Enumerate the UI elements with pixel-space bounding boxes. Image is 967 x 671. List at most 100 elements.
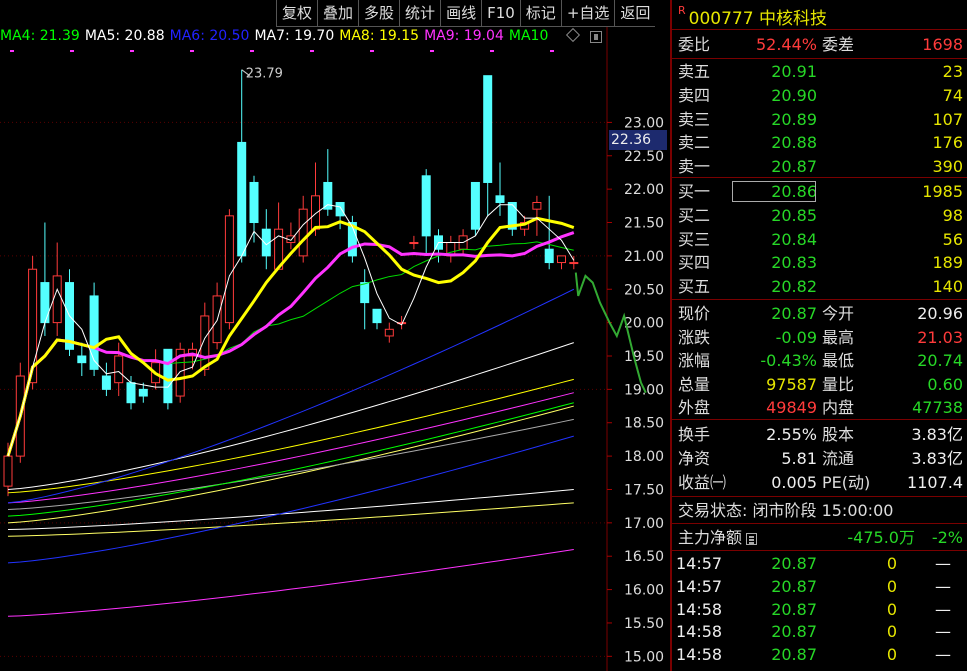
tick-row[interactable]: 14:58 20.87 0 —	[672, 643, 967, 666]
toolbar-button[interactable]: 返回	[614, 0, 656, 27]
ma-legend-item: MA7: 19.70	[254, 28, 335, 44]
candle-body[interactable]	[138, 388, 148, 397]
legend-tick	[190, 50, 194, 52]
divider	[672, 419, 967, 420]
book-row[interactable]: 买二 20.85 98	[672, 204, 967, 227]
candle-body[interactable]	[237, 141, 247, 257]
stat-value: 20.74	[917, 351, 963, 370]
trade-status: 交易状态: 闭市阶段 15:00:00	[678, 501, 894, 520]
candle-body[interactable]	[495, 195, 505, 203]
candle-body[interactable]	[335, 201, 345, 217]
candle-body[interactable]	[40, 282, 50, 324]
toolbar-button[interactable]: 标记	[519, 0, 561, 27]
tick-flag: —	[935, 576, 951, 596]
toolbar-button[interactable]: F10	[481, 0, 520, 27]
candle-body[interactable]	[224, 215, 234, 324]
toolbar-button[interactable]: 叠加	[317, 0, 359, 27]
toolbar-button[interactable]: 统计	[399, 0, 441, 27]
book-label: 买四	[678, 253, 711, 273]
book-label: 卖三	[678, 109, 711, 129]
candle-body[interactable]	[557, 255, 566, 264]
candle-body[interactable]	[89, 295, 99, 370]
legend-tick	[430, 50, 434, 52]
y-tick-label: 17.50	[624, 482, 664, 498]
tick-row[interactable]: 14:57 20.87 0 —	[672, 575, 967, 598]
y-tick-label: 22.50	[624, 149, 664, 165]
toolbar-button[interactable]: +自选	[560, 0, 615, 27]
book-label: 卖二	[678, 133, 711, 153]
candle-body[interactable]	[532, 201, 542, 210]
toolbar-button[interactable]: 复权	[276, 0, 318, 27]
candle-body[interactable]	[421, 175, 431, 237]
book-row[interactable]: 卖一 20.87 390	[672, 155, 967, 178]
kline-chart[interactable]: 23.00 22.50 22.00 21.50 21.00 20.50 20.00 19.50…	[0, 0, 670, 671]
stat-value: 5.81	[781, 449, 817, 468]
legend-tick	[490, 50, 494, 52]
ma-toggle-icon[interactable]	[590, 31, 602, 43]
stat-value: 3.83亿	[911, 449, 963, 468]
stat-value: 49849	[766, 398, 817, 417]
tick-row[interactable]: 14:57 20.87 0 —	[672, 552, 967, 575]
candle-body[interactable]	[311, 195, 320, 230]
candle-body[interactable]	[470, 181, 480, 230]
candle-body[interactable]	[569, 262, 579, 265]
ma-trend-line	[7, 405, 574, 524]
tick-time: 14:58	[676, 645, 723, 665]
tick-row[interactable]: 14:58 20.87 0 —	[672, 598, 967, 621]
tick-time: 14:57	[676, 554, 723, 573]
divider	[672, 177, 967, 178]
stat-label: 流通	[822, 449, 855, 468]
candle-body[interactable]	[3, 455, 13, 487]
tick-price: 20.87	[771, 576, 817, 596]
stat-label: 总量	[678, 374, 711, 394]
book-row[interactable]: 买一 20.86 1985	[672, 180, 967, 203]
book-row[interactable]: 买三 20.84 56	[672, 228, 967, 251]
book-label: 买一	[678, 182, 711, 201]
book-price: 20.88	[771, 133, 817, 153]
ma-trend-line	[7, 392, 574, 504]
candle-body[interactable]	[114, 355, 124, 384]
stat-value: 3.83亿	[911, 425, 963, 444]
weibi-row: 委比 52.44% 委差 1698	[672, 33, 967, 56]
candle-body[interactable]	[249, 181, 259, 224]
candle-body[interactable]	[544, 248, 554, 264]
candle-body[interactable]	[360, 282, 370, 304]
selected-bid-box	[732, 181, 816, 202]
book-row[interactable]: 卖四 20.90 74	[672, 84, 967, 107]
main-flow-row: 主力净额 -475.0万 -2%	[672, 526, 967, 549]
y-tick-label: 18.00	[624, 449, 664, 465]
candle-body[interactable]	[163, 348, 173, 404]
legend-tick	[550, 50, 554, 52]
stat-label: PE(动)	[822, 473, 871, 492]
current-price-marker: 22.36	[609, 130, 667, 150]
candle-body[interactable]	[126, 382, 136, 404]
candle-body[interactable]	[384, 328, 394, 337]
candle-body[interactable]	[409, 242, 419, 245]
candle-body[interactable]	[52, 275, 62, 324]
candle-body[interactable]	[200, 315, 210, 370]
toolbar-button[interactable]: 多股	[358, 0, 400, 27]
tick-flag: —	[935, 599, 951, 619]
book-row[interactable]: 卖三 20.89 107	[672, 108, 967, 131]
book-row[interactable]: 买四 20.83 189	[672, 251, 967, 274]
candle-body[interactable]	[372, 308, 382, 324]
stat-label: 外盘	[678, 398, 711, 417]
divider	[672, 299, 967, 300]
stats-row: 收益㈠ 0.005 PE(动) 1107.4	[672, 471, 967, 494]
candle-body[interactable]	[101, 375, 111, 390]
book-row[interactable]: 卖二 20.88 176	[672, 131, 967, 154]
book-label: 卖一	[678, 157, 711, 177]
candle-body[interactable]	[298, 208, 308, 257]
kline-chart-canvas[interactable]: 23.00 22.50 22.00 21.50 21.00 20.50 20.00 19.50…	[0, 0, 670, 671]
ma-trend-line	[7, 549, 574, 617]
book-row[interactable]: 买五 20.82 140	[672, 275, 967, 298]
tick-time: 14:57	[676, 576, 723, 596]
book-row[interactable]: 卖五 20.91 23	[672, 60, 967, 83]
candle-body[interactable]	[483, 75, 493, 183]
y-tick-label: 20.00	[624, 316, 664, 332]
candle-body[interactable]	[77, 355, 87, 364]
tick-row[interactable]: 14:58 20.87 0 —	[672, 620, 967, 643]
stock-title[interactable]: R 000777 中核科技	[678, 4, 827, 29]
calculator-icon[interactable]	[746, 532, 758, 545]
toolbar-button[interactable]: 画线	[440, 0, 482, 27]
